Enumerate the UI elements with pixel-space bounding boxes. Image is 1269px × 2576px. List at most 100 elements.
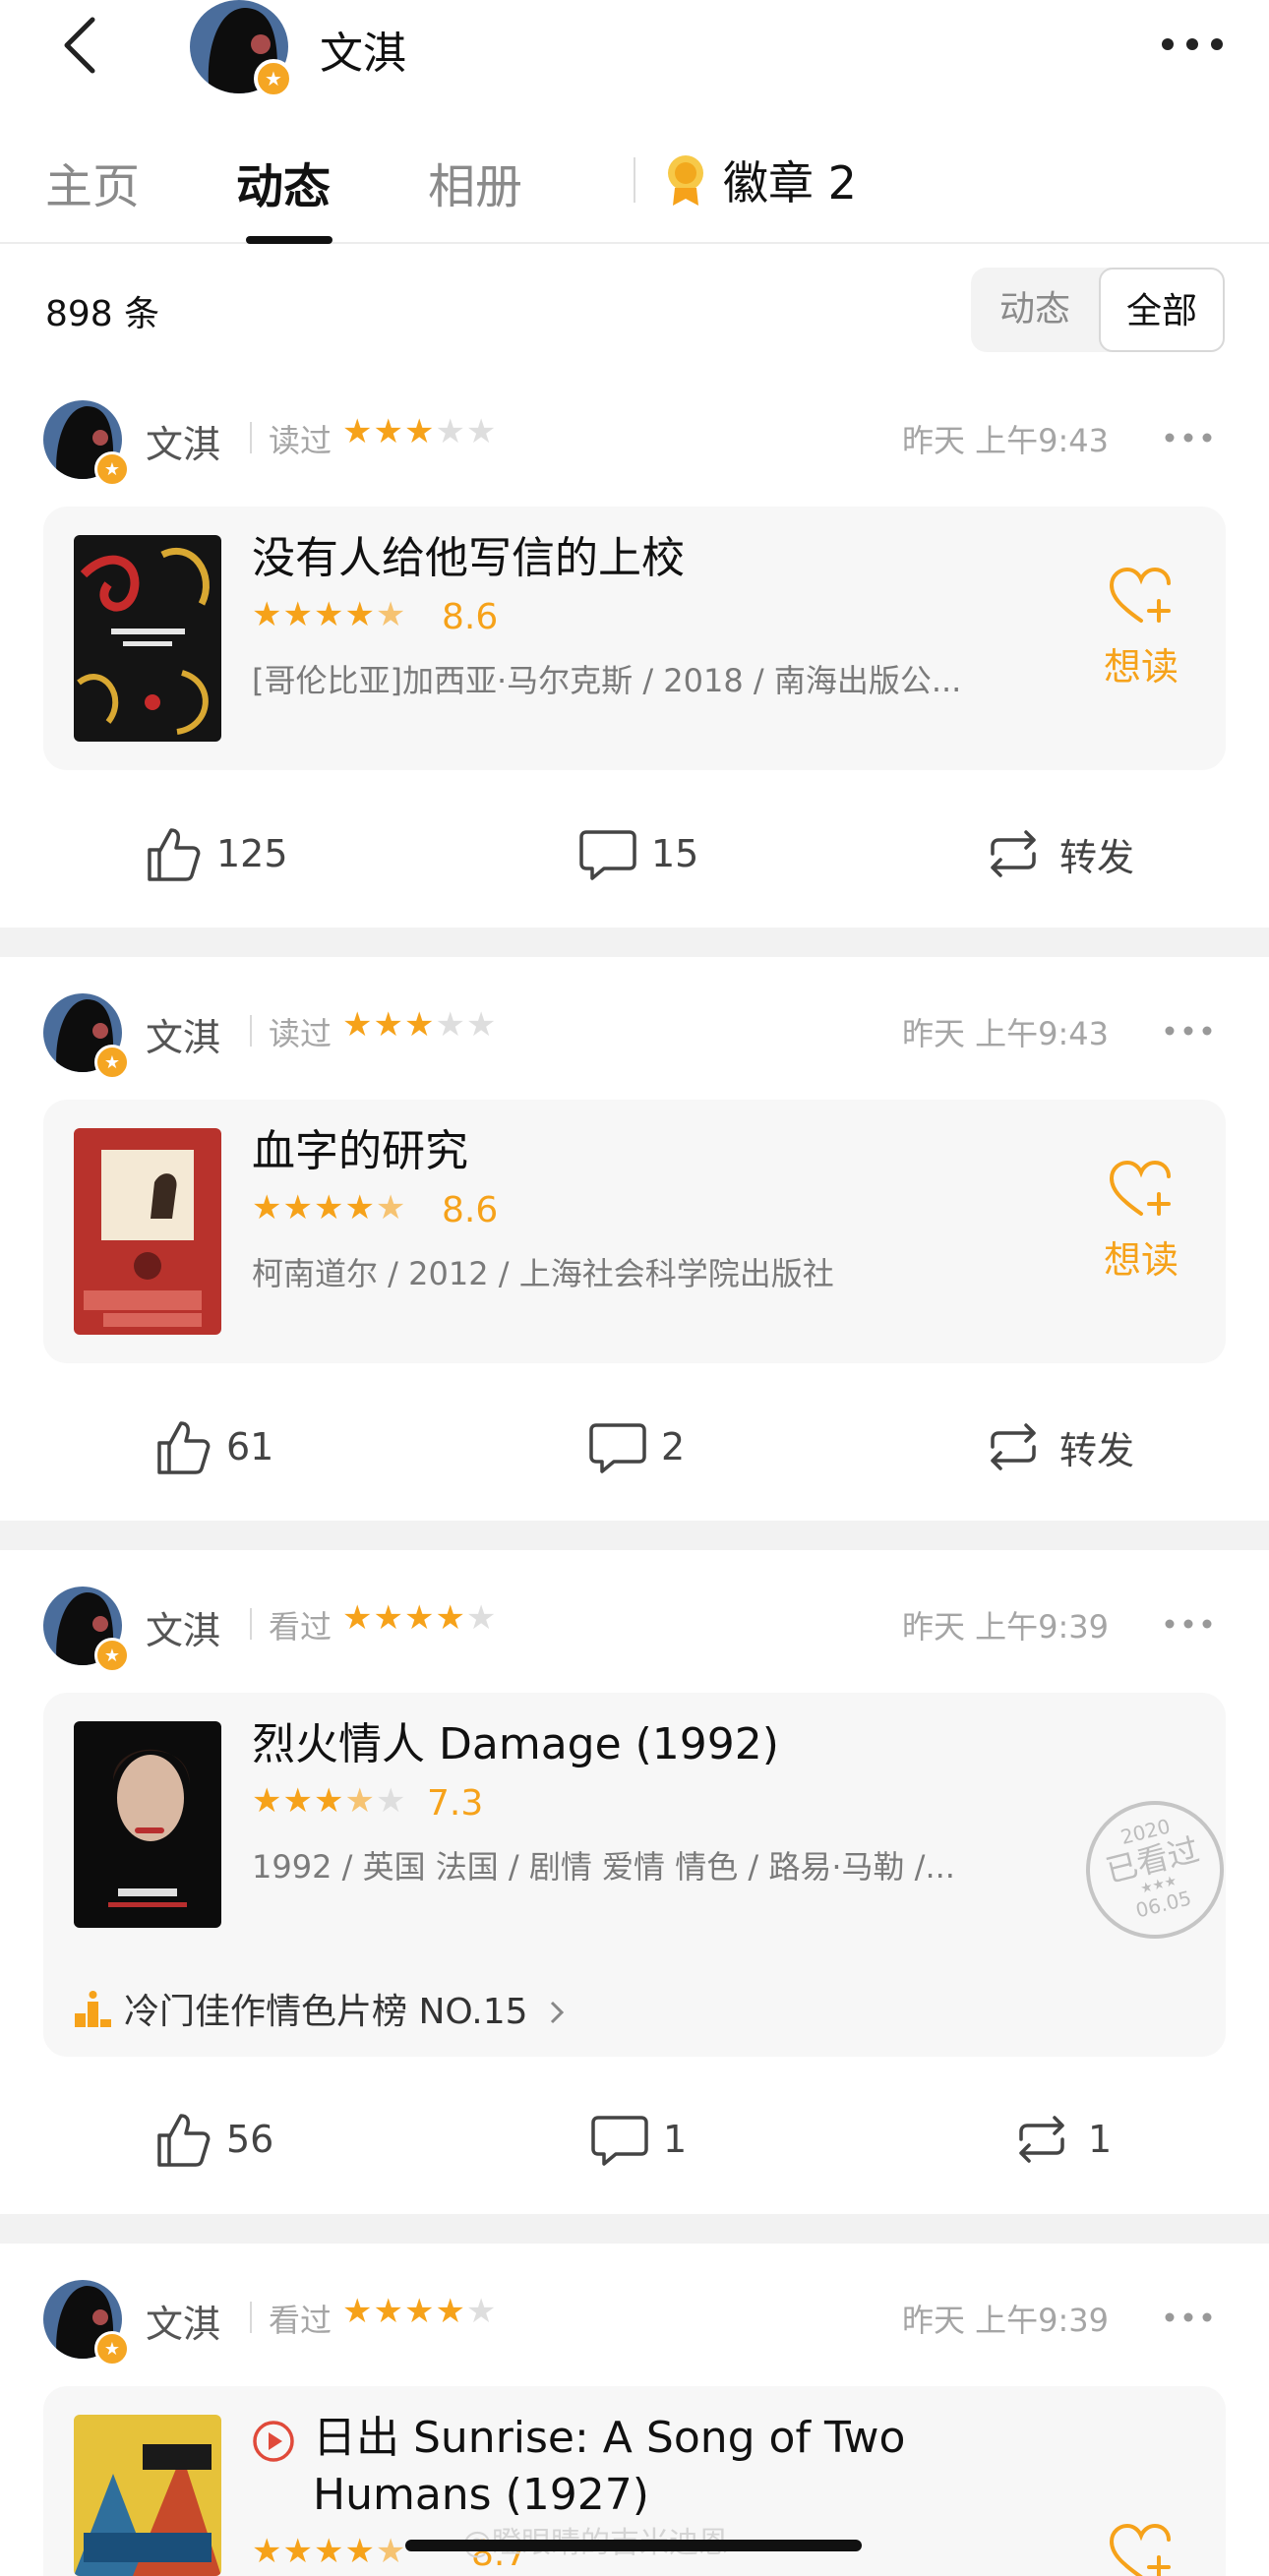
- want-to-read-label: 想读: [1103, 1238, 1178, 1282]
- post-time: 昨天 上午9:39: [901, 2302, 1109, 2339]
- want-to-read-button[interactable]: 想读: [1092, 567, 1190, 690]
- section-gap: [0, 1521, 1269, 1550]
- post-action-label: 读过: [269, 422, 332, 459]
- comment-icon: [591, 2116, 648, 2166]
- separator: [250, 2302, 252, 2333]
- repost-icon: [991, 830, 1036, 877]
- user-rating-stars: ★★★★★: [342, 412, 498, 451]
- book-rating-stars: ★★★★★: [252, 595, 407, 634]
- chevron-right-icon: [550, 2001, 565, 2024]
- repost-label: 转发: [1059, 1428, 1135, 1472]
- comment-icon: [589, 1423, 646, 1473]
- book-cover-image: [74, 535, 221, 742]
- heart-plus-icon[interactable]: [1108, 2524, 1175, 2576]
- post-user-name[interactable]: 文淇: [146, 2294, 220, 2348]
- movie-rating-stars: ★★★★★: [252, 2532, 407, 2571]
- ranking-icon: [75, 1991, 111, 2027]
- separator: [250, 1608, 252, 1640]
- back-arrow-icon[interactable]: [57, 14, 104, 77]
- like-button[interactable]: 56: [153, 2100, 273, 2179]
- post-user-name[interactable]: 文淇: [146, 414, 220, 468]
- tab-divider: [634, 157, 635, 203]
- book-rating-stars: ★★★★★: [252, 1188, 407, 1228]
- book-card[interactable]: 血字的研究 ★★★★★ 8.6 柯南道尔 / 2012 / 上海社会科学院出版社…: [43, 1100, 1226, 1363]
- separator: [250, 422, 252, 453]
- post-user-name[interactable]: 文淇: [146, 1007, 220, 1061]
- movie-title[interactable]: 日出 Sunrise: A Song of Two Humans (1927): [313, 2410, 1001, 2524]
- post-user-name[interactable]: 文淇: [146, 1600, 220, 1654]
- repost-button[interactable]: 转发: [981, 1408, 1134, 1486]
- ranking-link[interactable]: 冷门佳作情色片榜 NO.15: [73, 1983, 567, 2034]
- filter-activity-button[interactable]: 动态: [971, 268, 1099, 352]
- post-more-icon[interactable]: [1165, 433, 1212, 443]
- profile-tabs: 主页 动态 相册 徽章 2: [0, 128, 1269, 244]
- section-gap: [0, 2214, 1269, 2244]
- book-title[interactable]: 没有人给他写信的上校: [252, 530, 685, 587]
- repost-label: 转发: [1059, 835, 1135, 879]
- comment-count: 1: [663, 2118, 688, 2161]
- movie-rating-score: 7.3: [427, 1783, 484, 1824]
- tab-badges[interactable]: 徽章 2: [723, 148, 857, 212]
- verified-badge-icon: ★: [94, 1045, 130, 1080]
- ranking-label: 冷门佳作情色片榜 NO.15: [124, 1992, 528, 2032]
- heart-plus-icon: [1109, 1160, 1171, 1216]
- repost-button[interactable]: 转发: [981, 814, 1134, 893]
- watched-stamp: 2020 已看过 ★★★ 06.05: [1071, 1786, 1239, 1953]
- like-button[interactable]: 125: [144, 814, 288, 893]
- post-time: 昨天 上午9:39: [901, 1608, 1109, 1646]
- post-actions: 56 1 1: [0, 2100, 1269, 2179]
- comment-button[interactable]: 1: [590, 2100, 687, 2179]
- repost-icon: [1019, 2116, 1064, 2163]
- video-play-icon[interactable]: [252, 2420, 295, 2463]
- thumbs-up-icon: [148, 828, 201, 881]
- more-options-icon[interactable]: [1161, 37, 1224, 51]
- top-bar: ★ 文淇: [0, 0, 1269, 98]
- want-to-read-label: 想读: [1103, 645, 1178, 689]
- want-to-read-button[interactable]: 想读: [1092, 1160, 1190, 1284]
- comment-count: 2: [661, 1425, 686, 1468]
- heart-plus-icon: [1109, 567, 1171, 623]
- repost-count: 1: [1088, 2118, 1113, 2161]
- movie-card[interactable]: 烈火情人 Damage (1992) ★★★★★ 7.3 1992 / 英国 法…: [43, 1693, 1239, 2057]
- book-meta: 柯南道尔 / 2012 / 上海社会科学院出版社: [252, 1255, 834, 1292]
- tab-activity[interactable]: 动态: [236, 148, 331, 216]
- book-title[interactable]: 血字的研究: [252, 1123, 468, 1180]
- comment-button[interactable]: 15: [578, 814, 698, 893]
- comment-button[interactable]: 2: [588, 1408, 685, 1486]
- post-more-icon[interactable]: [1165, 2312, 1212, 2322]
- repost-button[interactable]: 1: [1009, 2100, 1112, 2179]
- user-rating-stars: ★★★★★: [342, 1005, 498, 1045]
- book-cover-image: [74, 1128, 221, 1335]
- separator: [250, 1015, 252, 1047]
- comment-icon: [579, 830, 636, 880]
- like-button[interactable]: 61: [153, 1408, 273, 1486]
- repost-icon: [991, 1423, 1036, 1470]
- thumbs-up-icon: [157, 1421, 211, 1474]
- movie-title[interactable]: 烈火情人 Damage (1992): [252, 1716, 779, 1773]
- medal-icon[interactable]: [665, 152, 706, 208]
- filter-all-button[interactable]: 全部: [1099, 268, 1225, 352]
- post-more-icon[interactable]: [1165, 1026, 1212, 1036]
- book-card[interactable]: 没有人给他写信的上校 ★★★★★ 8.6 [哥伦比亚]加西亚·马尔克斯 / 20…: [43, 507, 1226, 770]
- book-meta: [哥伦比亚]加西亚·马尔克斯 / 2018 / 南海出版公...: [252, 662, 962, 699]
- home-indicator[interactable]: [405, 2540, 862, 2551]
- book-rating-score: 8.6: [442, 1190, 499, 1230]
- post-count: 898 条: [45, 294, 160, 334]
- movie-poster-image: [74, 1721, 221, 1928]
- profile-name: 文淇: [320, 29, 406, 79]
- tab-active-indicator: [246, 236, 332, 244]
- verified-badge-icon: ★: [94, 2331, 130, 2366]
- tab-home[interactable]: 主页: [45, 148, 140, 216]
- tab-album[interactable]: 相册: [428, 148, 522, 216]
- post-action-label: 读过: [269, 1015, 332, 1052]
- verified-badge-icon: ★: [94, 1638, 130, 1673]
- like-count: 125: [216, 832, 288, 875]
- post-time: 昨天 上午9:43: [901, 1015, 1109, 1052]
- post-action-label: 看过: [269, 2302, 332, 2339]
- verified-badge-icon: ★: [94, 451, 130, 487]
- post-action-label: 看过: [269, 1608, 332, 1646]
- movie-meta: 1992 / 英国 法国 / 剧情 爱情 情色 / 路易·马勒 /...: [252, 1848, 955, 1886]
- post-more-icon[interactable]: [1165, 1619, 1212, 1629]
- post-actions: 61 2 转发: [0, 1408, 1269, 1486]
- filter-toggle: 动态 全部: [971, 268, 1225, 352]
